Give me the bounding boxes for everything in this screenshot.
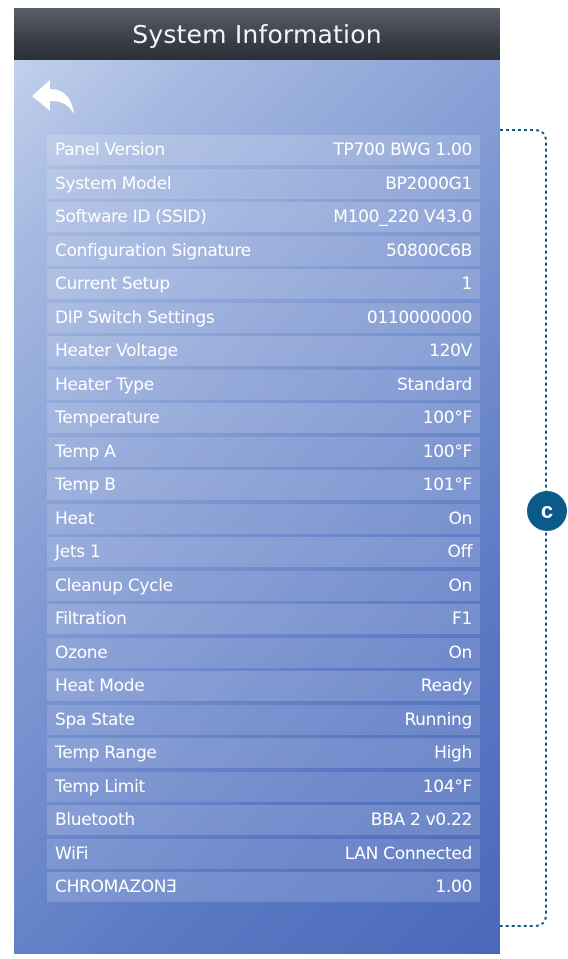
row-value: Ready — [420, 676, 473, 696]
info-row-software-id: Software ID (SSID) M100_220 V43.0 — [47, 202, 480, 232]
row-label: Heater Type — [55, 374, 154, 395]
row-label: Configuration Signature — [55, 240, 251, 261]
row-value: 100°F — [422, 408, 473, 428]
row-label: Temp A — [55, 441, 116, 462]
info-row-system-model: System Model BP2000G1 — [47, 168, 480, 199]
row-label: Filtration — [55, 609, 127, 629]
row-label: Cleanup Cycle — [55, 575, 173, 596]
row-label: Spa State — [55, 709, 135, 730]
info-row-current-setup: Current Setup 1 — [47, 269, 480, 299]
info-row-temperature: Temperature 100°F — [47, 403, 480, 433]
row-label: WiFi — [55, 843, 89, 864]
info-row-heat-mode: Heat Mode Ready — [47, 671, 480, 701]
info-row-ozone: Ozone On — [47, 637, 480, 668]
row-value: BP2000G1 — [385, 173, 472, 194]
row-value: F1 — [452, 609, 472, 629]
info-row-temp-limit: Temp Limit 104°F — [47, 771, 480, 802]
page-title: System Information — [132, 19, 382, 49]
info-row-spa-state: Spa State Running — [47, 704, 480, 735]
row-label: Bluetooth — [55, 810, 135, 830]
row-label: Ozone — [55, 642, 108, 663]
title-bar: System Information — [14, 8, 500, 60]
row-label: CHROMAZONƎ — [55, 877, 177, 897]
row-value: On — [448, 575, 472, 596]
row-label: Heat Mode — [55, 676, 145, 696]
row-label: Current Setup — [55, 274, 170, 294]
row-label: Jets 1 — [55, 542, 101, 562]
system-info-table: Panel Version TP700 BWG 1.00 System Mode… — [47, 135, 480, 906]
row-label: Temp Limit — [55, 776, 145, 797]
info-row-temp-b: Temp B 101°F — [47, 470, 480, 500]
row-label: Temp Range — [55, 743, 157, 763]
row-value: 1.00 — [435, 877, 472, 897]
row-value: Running — [404, 709, 472, 730]
row-value: 1 — [461, 274, 472, 294]
info-row-wifi: WiFi LAN Connected — [47, 838, 480, 869]
row-value: Standard — [397, 374, 472, 395]
info-row-configuration-signature: Configuration Signature 50800C6B — [47, 235, 480, 266]
row-label: Panel Version — [55, 140, 165, 160]
row-value: 100°F — [422, 441, 473, 462]
info-row-temp-range: Temp Range High — [47, 738, 480, 768]
row-value: 50800C6B — [385, 240, 472, 261]
callout-badge-c: c — [527, 491, 567, 531]
row-value: M100_220 V43.0 — [333, 207, 472, 227]
row-value: 104°F — [422, 776, 473, 797]
info-row-panel-version: Panel Version TP700 BWG 1.00 — [47, 135, 480, 165]
callout-letter: c — [540, 498, 554, 523]
info-row-filtration: Filtration F1 — [47, 604, 480, 634]
back-arrow-icon — [32, 80, 74, 114]
info-row-cleanup-cycle: Cleanup Cycle On — [47, 570, 480, 601]
row-value: BBA 2 v0.22 — [370, 810, 473, 830]
row-value: TP700 BWG 1.00 — [333, 140, 472, 160]
page: System Information Panel Version TP700 B… — [0, 0, 568, 959]
info-row-chromazone: CHROMAZONƎ 1.00 — [47, 872, 480, 902]
info-row-dip-switch-settings: DIP Switch Settings 0110000000 — [47, 302, 480, 333]
row-value: LAN Connected — [344, 843, 473, 864]
row-label: Temperature — [55, 408, 160, 428]
row-value: 0110000000 — [366, 307, 472, 328]
info-row-temp-a: Temp A 100°F — [47, 436, 480, 467]
back-button[interactable] — [28, 74, 80, 124]
spa-panel-screen: System Information Panel Version TP700 B… — [14, 8, 500, 954]
row-label: DIP Switch Settings — [55, 307, 215, 328]
row-label: System Model — [55, 173, 172, 194]
row-value: 101°F — [422, 475, 473, 495]
row-label: Software ID (SSID) — [55, 207, 207, 227]
info-row-bluetooth: Bluetooth BBA 2 v0.22 — [47, 805, 480, 835]
row-value: On — [448, 642, 472, 663]
info-row-heater-type: Heater Type Standard — [47, 369, 480, 400]
row-value: 120V — [429, 341, 472, 361]
row-value: Off — [447, 542, 473, 562]
row-value: On — [448, 508, 472, 529]
info-row-heat: Heat On — [47, 503, 480, 534]
info-row-heater-voltage: Heater Voltage 120V — [47, 336, 480, 366]
row-value: High — [434, 743, 472, 763]
row-label: Heater Voltage — [55, 341, 178, 361]
info-row-jets-1: Jets 1 Off — [47, 537, 480, 567]
row-label: Temp B — [55, 475, 116, 495]
row-label: Heat — [55, 508, 95, 529]
